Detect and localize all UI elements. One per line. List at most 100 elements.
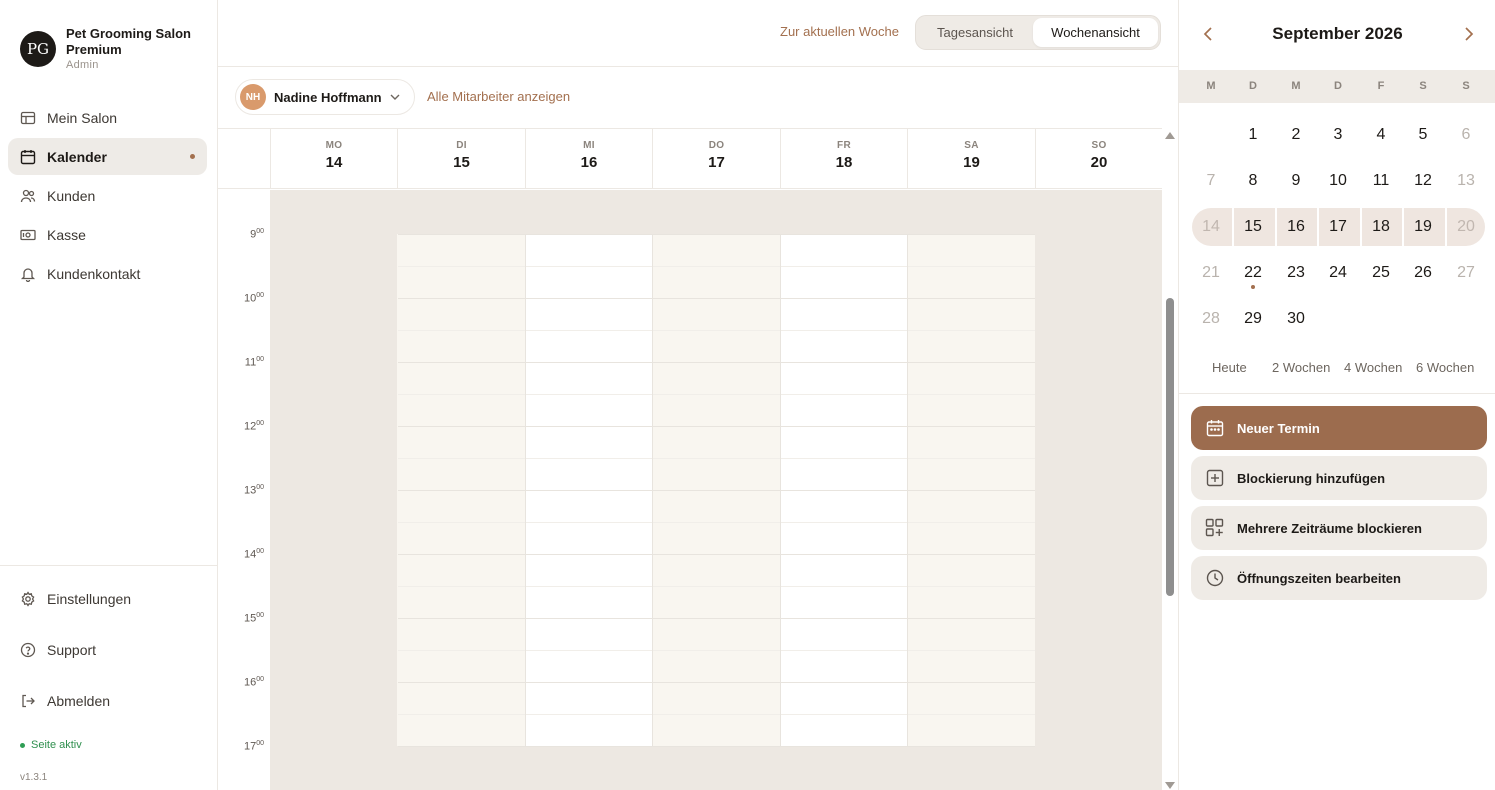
sidebar-item-label: Abmelden bbox=[47, 693, 111, 709]
sidebar-item-kundenkontakt[interactable]: Kundenkontakt bbox=[8, 255, 207, 292]
calendar-day[interactable]: 16 bbox=[1278, 218, 1314, 236]
grid-line bbox=[398, 618, 1035, 619]
scroll-down-arrow[interactable] bbox=[1165, 782, 1175, 789]
sidebar-item-kasse[interactable]: Kasse bbox=[8, 216, 207, 253]
calendar-day[interactable]: 28 bbox=[1193, 310, 1229, 328]
calendar-day[interactable]: 26 bbox=[1405, 264, 1441, 282]
calendar-day[interactable]: 11 bbox=[1363, 172, 1399, 190]
grid-line bbox=[398, 298, 1035, 299]
calendar-main: Zur aktuellen Woche Tagesansicht Wochena… bbox=[218, 0, 1178, 790]
action-label: Blockierung hinzufügen bbox=[1237, 470, 1386, 486]
calendar-day[interactable]: 13 bbox=[1448, 172, 1484, 190]
day-header-fr[interactable]: FR 18 bbox=[780, 129, 907, 189]
grid-line bbox=[398, 458, 1035, 459]
calendar-day[interactable]: 6 bbox=[1448, 126, 1484, 144]
sidebar-item-label: Support bbox=[47, 642, 97, 658]
day-headers: MO 14 DI 15 MI 16 DO 17 FR 18 SA 19 SO 20 bbox=[218, 128, 1162, 189]
day-header-so[interactable]: SO 20 bbox=[1035, 129, 1162, 189]
calendar-day[interactable]: 18 bbox=[1363, 218, 1399, 236]
tab-day-view[interactable]: Tagesansicht bbox=[919, 18, 1031, 47]
scrollbar-thumb[interactable] bbox=[1166, 298, 1174, 596]
day-header-di[interactable]: DI 15 bbox=[397, 129, 525, 189]
calendar-day[interactable]: 10 bbox=[1320, 172, 1356, 190]
range-button-2[interactable]: 4 Wochen bbox=[1344, 360, 1402, 375]
calendar-grid[interactable] bbox=[270, 190, 1162, 790]
calendar-icon bbox=[1205, 418, 1225, 438]
calendar-day[interactable]: 5 bbox=[1405, 126, 1441, 144]
calendar-day[interactable]: 23 bbox=[1278, 264, 1314, 282]
grid-line bbox=[398, 394, 1035, 395]
sidebar-item-mein-salon[interactable]: Mein Salon bbox=[8, 99, 207, 136]
day-header-mo[interactable]: MO 14 bbox=[270, 129, 397, 189]
scroll-up-arrow[interactable] bbox=[1165, 132, 1175, 139]
grid-line bbox=[398, 266, 1035, 267]
day-date: 15 bbox=[453, 154, 470, 171]
calendar-day[interactable]: 19 bbox=[1405, 218, 1441, 236]
block-multiple-button[interactable]: Mehrere Zeiträume blockieren bbox=[1191, 506, 1487, 550]
calendar-day[interactable]: 4 bbox=[1363, 126, 1399, 144]
calendar-day[interactable]: 15 bbox=[1235, 218, 1271, 236]
day-header-do[interactable]: DO 17 bbox=[652, 129, 780, 189]
band-separator bbox=[1445, 208, 1447, 246]
day-date: 18 bbox=[835, 154, 853, 171]
add-block-button[interactable]: Blockierung hinzufügen bbox=[1191, 456, 1487, 500]
calendar-day[interactable]: 29 bbox=[1235, 310, 1271, 328]
calendar-day[interactable]: 24 bbox=[1320, 264, 1356, 282]
calendar-day[interactable]: 20 bbox=[1448, 218, 1484, 236]
calendar-day[interactable]: 3 bbox=[1320, 126, 1356, 144]
plus-square-icon bbox=[1205, 468, 1225, 488]
sidebar-item-label: Kalender bbox=[47, 148, 107, 165]
weekday-label: S bbox=[1462, 80, 1470, 92]
sidebar-item-kunden[interactable]: Kunden bbox=[8, 177, 207, 214]
sidebar-item-support[interactable]: Support bbox=[8, 631, 207, 669]
staff-name: Nadine Hoffmann bbox=[274, 89, 382, 105]
brand-name: Pet Grooming Salon Premium bbox=[66, 26, 191, 57]
calendar-day[interactable]: 25 bbox=[1363, 264, 1399, 282]
time-label: 1000 bbox=[243, 292, 264, 305]
calendar-day[interactable]: 21 bbox=[1193, 264, 1229, 282]
tab-week-view[interactable]: Wochenansicht bbox=[1033, 18, 1158, 47]
grid-line bbox=[398, 554, 1035, 555]
day-header-mi[interactable]: MI 16 bbox=[525, 129, 652, 189]
edit-opening-hours-button[interactable]: Öffnungszeiten bearbeiten bbox=[1191, 556, 1487, 600]
calendar-day[interactable]: 12 bbox=[1405, 172, 1441, 190]
week-calendar: MO 14 DI 15 MI 16 DO 17 FR 18 SA 19 SO 20 900 1000 1100… bbox=[218, 128, 1162, 790]
calendar-scrollbar[interactable] bbox=[1162, 128, 1178, 790]
sidebar-item-abmelden[interactable]: Abmelden bbox=[8, 682, 207, 720]
calendar-day[interactable]: 2 bbox=[1278, 126, 1314, 144]
help-circle-icon bbox=[20, 642, 36, 658]
calendar-day[interactable]: 9 bbox=[1278, 172, 1314, 190]
current-week-link[interactable]: Zur aktuellen Woche bbox=[780, 24, 899, 39]
sidebar-item-kalender[interactable]: Kalender bbox=[8, 138, 207, 175]
day-header-sa[interactable]: SA 19 bbox=[907, 129, 1035, 189]
range-button-3[interactable]: 6 Wochen bbox=[1416, 360, 1474, 375]
day-name: DI bbox=[456, 140, 467, 151]
staff-select[interactable]: NH Nadine Hoffmann bbox=[235, 79, 415, 115]
calendar-day[interactable]: 1 bbox=[1235, 126, 1271, 144]
next-month-button[interactable] bbox=[1459, 24, 1479, 44]
band-separator bbox=[1317, 208, 1319, 246]
band-separator bbox=[1275, 208, 1277, 246]
calendar-day[interactable]: 27 bbox=[1448, 264, 1484, 282]
sidebar-divider bbox=[0, 565, 217, 566]
grid-line bbox=[398, 426, 1035, 427]
chevron-down-icon bbox=[389, 91, 401, 103]
calendar-toolbar: Zur aktuellen Woche Tagesansicht Wochena… bbox=[218, 0, 1178, 67]
new-appointment-button[interactable]: Neuer Termin bbox=[1191, 406, 1487, 450]
sidebar-item-label: Mein Salon bbox=[47, 109, 118, 126]
calendar-day[interactable]: 7 bbox=[1193, 172, 1229, 190]
grid-line bbox=[907, 234, 908, 746]
calendar-day[interactable]: 22 bbox=[1235, 264, 1271, 282]
calendar-day[interactable]: 14 bbox=[1193, 218, 1229, 236]
calendar-day[interactable]: 17 bbox=[1320, 218, 1356, 236]
grid-line bbox=[780, 234, 781, 746]
brand: PG Pet Grooming Salon Premium Admin bbox=[20, 26, 206, 72]
day-date: 17 bbox=[708, 154, 725, 171]
weekday-label: F bbox=[1377, 80, 1385, 92]
calendar-day[interactable]: 30 bbox=[1278, 310, 1314, 328]
calendar-day[interactable]: 8 bbox=[1235, 172, 1271, 190]
range-button-0[interactable]: Heute bbox=[1212, 360, 1247, 375]
show-all-staff-link[interactable]: Alle Mitarbeiter anzeigen bbox=[427, 89, 570, 104]
range-button-1[interactable]: 2 Wochen bbox=[1272, 360, 1330, 375]
sidebar-item-einstellungen[interactable]: Einstellungen bbox=[8, 580, 207, 618]
